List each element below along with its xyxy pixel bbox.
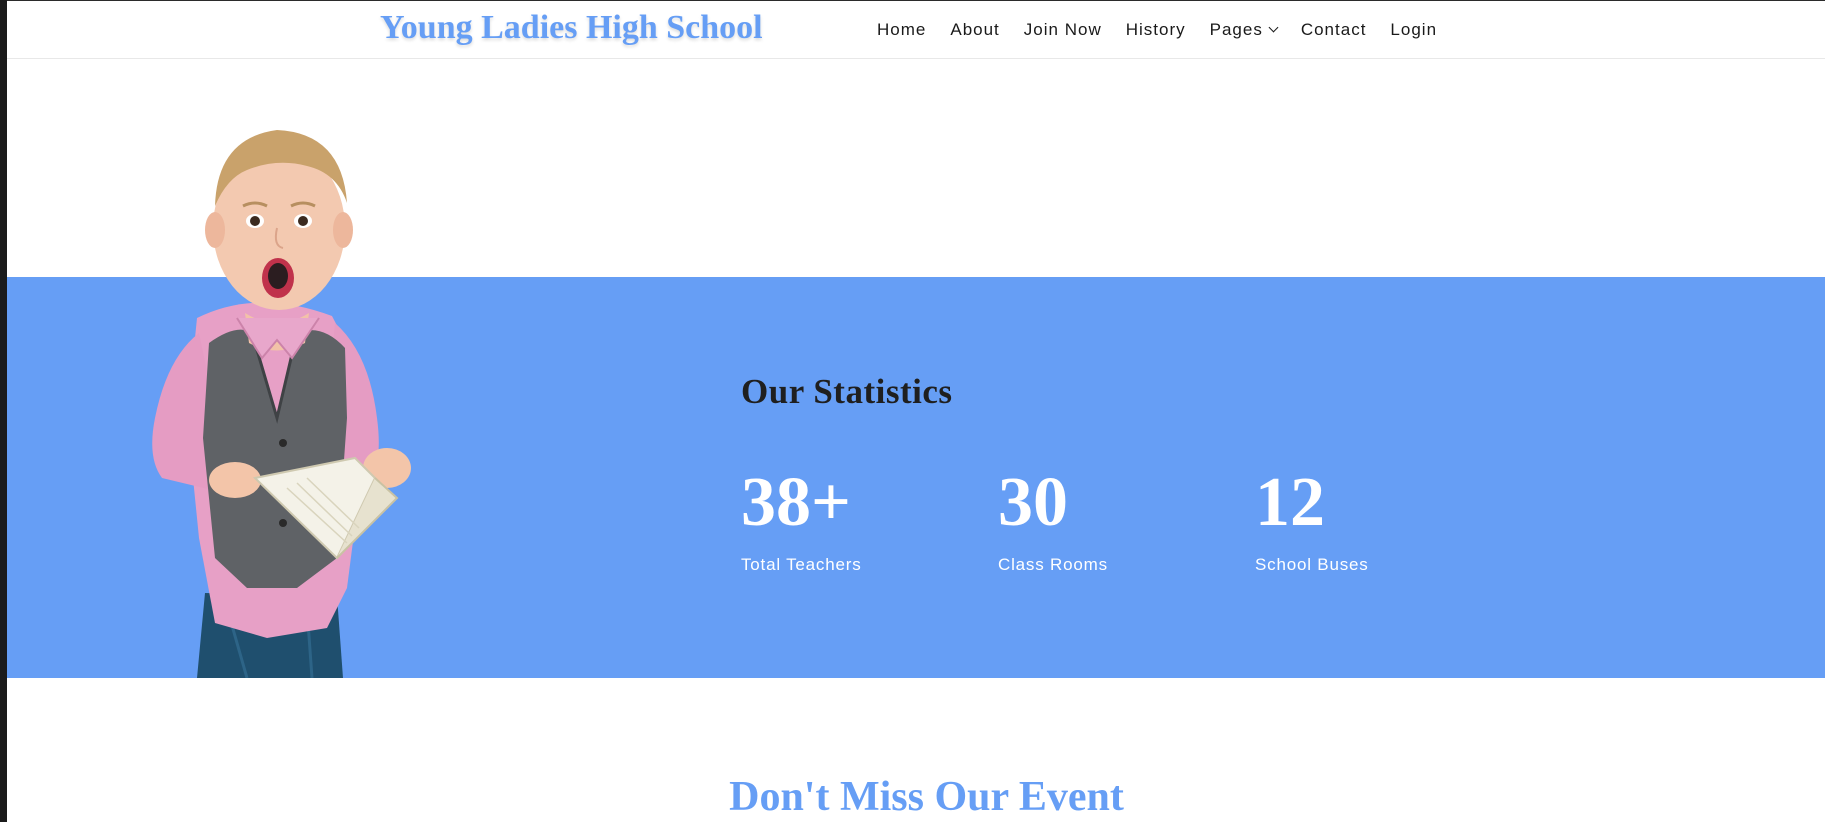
student-photo	[152, 130, 411, 678]
nav-join-now[interactable]: Join Now	[1024, 20, 1102, 40]
stat-label: School Buses	[1255, 555, 1369, 574]
main-nav: Home About Join Now History Pages Contac…	[877, 20, 1461, 40]
stat-item: 30 Class Rooms	[998, 463, 1238, 575]
nav-login-label: Login	[1390, 20, 1438, 39]
chevron-down-icon	[1268, 22, 1279, 33]
nav-home-label: Home	[877, 20, 927, 39]
nav-contact[interactable]: Contact	[1301, 20, 1367, 40]
nav-pages-label: Pages	[1209, 20, 1263, 39]
site-header: Young Ladies High School Home About Join…	[7, 0, 1825, 59]
nav-about-label: About	[950, 20, 1000, 39]
nav-about[interactable]: About	[950, 20, 999, 40]
events-section-title: Don't Miss Our Event	[729, 774, 1124, 820]
nav-history-label: History	[1125, 20, 1186, 39]
stat-label: Class Rooms	[998, 555, 1108, 574]
stat-value: 12	[1255, 464, 1325, 541]
page: Young Ladies High School Home About Join…	[7, 0, 1825, 822]
stat-item: 38+ Total Teachers	[741, 463, 981, 575]
statistics-title: Our Statistics	[741, 372, 953, 411]
nav-join-now-label: Join Now	[1023, 20, 1102, 39]
nav-history[interactable]: History	[1126, 20, 1186, 40]
site-logo-title[interactable]: Young Ladies High School	[380, 9, 763, 47]
stat-item: 12 School Buses	[1255, 463, 1495, 575]
stat-label: Total Teachers	[741, 555, 862, 574]
nav-login[interactable]: Login	[1390, 20, 1437, 40]
stat-value: 38+	[741, 464, 851, 541]
nav-pages-dropdown[interactable]: Pages	[1209, 20, 1279, 40]
stat-value: 30	[998, 464, 1068, 541]
nav-contact-label: Contact	[1300, 20, 1367, 39]
window-left-edge	[0, 0, 7, 822]
nav-home[interactable]: Home	[877, 20, 926, 40]
